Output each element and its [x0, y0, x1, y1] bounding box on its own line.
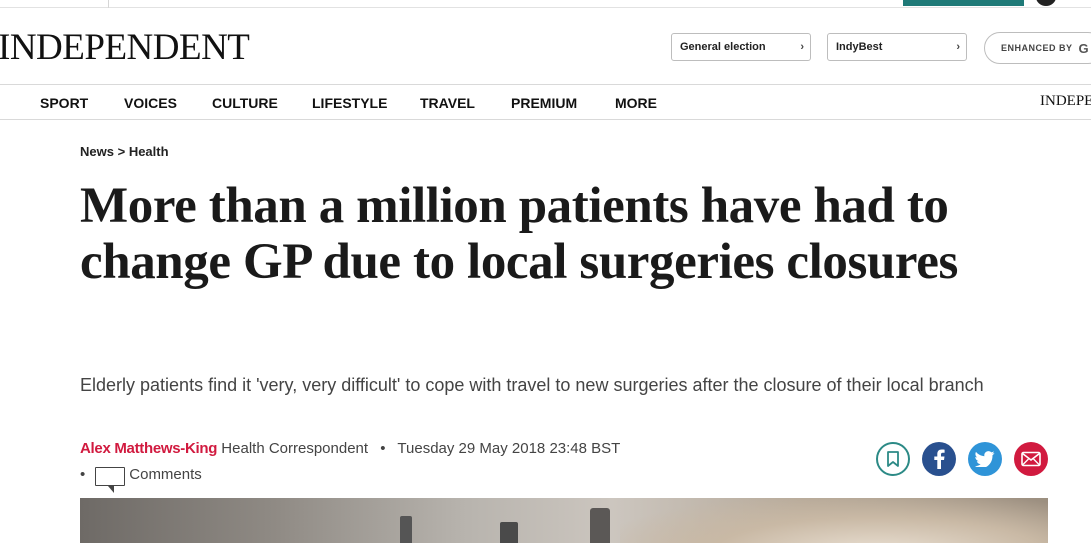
top-strip: [0, 0, 1091, 8]
site-logo[interactable]: INDEPENDENT: [0, 26, 250, 69]
user-avatar[interactable]: [1036, 0, 1056, 6]
hero-shape: [400, 516, 412, 543]
article-headline: More than a million patients have had to…: [80, 178, 958, 290]
bookmark-icon: [887, 451, 899, 467]
breadcrumb-separator: >: [117, 144, 126, 159]
twitter-icon: [975, 451, 995, 467]
main-nav: SPORT VOICES CULTURE LIFESTYLE TRAVEL PR…: [0, 85, 1091, 120]
facebook-share-button[interactable]: [922, 442, 956, 476]
chevron-right-icon: ›: [800, 41, 804, 53]
breadcrumb-news[interactable]: News: [80, 144, 114, 159]
comments-label: Comments: [129, 466, 202, 483]
search-label: ENHANCED BY: [1001, 43, 1073, 53]
nav-item-voices[interactable]: VOICES: [124, 95, 177, 111]
twitter-share-button[interactable]: [968, 442, 1002, 476]
google-icon: G: [1078, 40, 1090, 56]
comments-link[interactable]: • Comments: [80, 463, 202, 493]
masthead: INDEPENDENT General election › IndyBest …: [0, 8, 1091, 85]
hero-shape: [620, 498, 1048, 543]
author-link[interactable]: Alex Matthews-King: [80, 440, 217, 457]
nav-brand-logo[interactable]: INDEPENDENT: [1040, 93, 1091, 110]
nav-item-sport[interactable]: SPORT: [40, 95, 88, 111]
breadcrumb-health[interactable]: Health: [129, 144, 169, 159]
facebook-icon: [934, 449, 945, 469]
nav-item-culture[interactable]: CULTURE: [212, 95, 278, 111]
hero-shape: [590, 508, 610, 543]
general-election-label: General election: [680, 41, 766, 53]
hero-shape: [500, 522, 518, 543]
general-election-button[interactable]: General election ›: [671, 33, 811, 61]
nav-item-premium[interactable]: PREMIUM: [511, 95, 577, 111]
hero-image: [80, 498, 1048, 543]
nav-item-lifestyle[interactable]: LIFESTYLE: [312, 95, 387, 111]
indybest-label: IndyBest: [836, 41, 883, 53]
top-divider: [108, 0, 109, 8]
email-icon: [1021, 451, 1041, 467]
email-share-button[interactable]: [1014, 442, 1048, 476]
byline: Alex Matthews-King Health Correspondent …: [80, 440, 620, 457]
bookmark-button[interactable]: [876, 442, 910, 476]
comments-bullet: •: [80, 466, 86, 483]
comment-icon: [95, 467, 126, 493]
search-input[interactable]: ENHANCED BY G: [984, 32, 1091, 64]
byline-separator: •: [380, 440, 386, 457]
nav-item-more[interactable]: MORE: [615, 95, 657, 111]
chevron-right-icon: ›: [956, 41, 960, 53]
author-role: Health Correspondent: [221, 440, 369, 457]
breadcrumb: News > Health: [80, 144, 169, 159]
article-standfirst: Elderly patients find it 'very, very dif…: [80, 375, 984, 395]
indybest-button[interactable]: IndyBest ›: [827, 33, 967, 61]
subscribe-tab[interactable]: [903, 0, 1024, 6]
publish-date: Tuesday 29 May 2018 23:48 BST: [397, 440, 621, 457]
nav-item-travel[interactable]: TRAVEL: [420, 95, 475, 111]
